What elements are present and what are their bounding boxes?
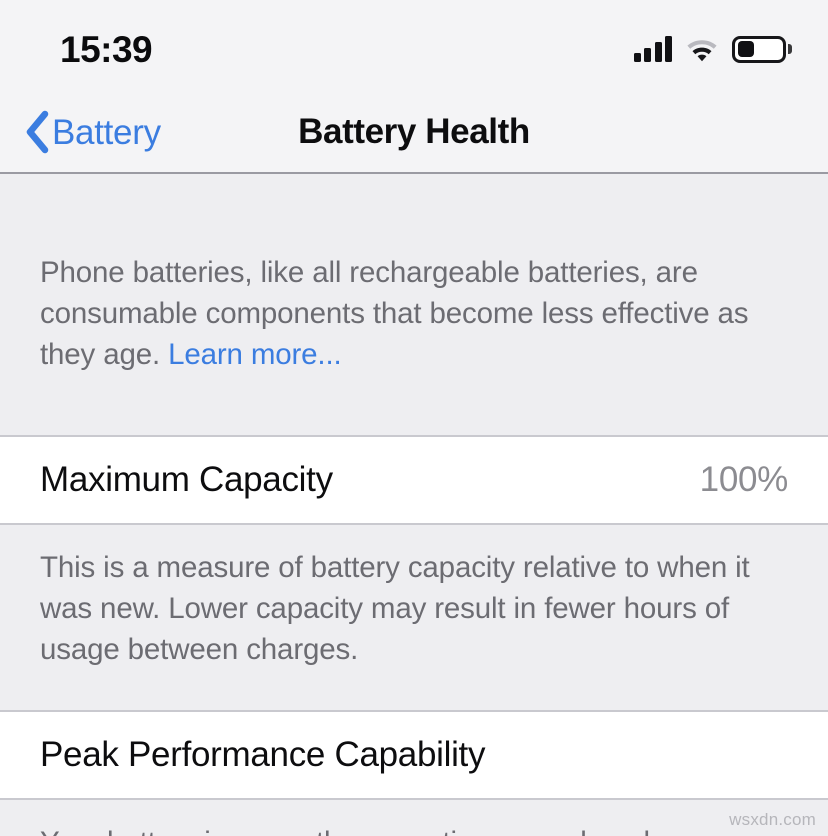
battery-nub: [788, 44, 792, 54]
maximum-capacity-label: Maximum Capacity: [40, 460, 333, 499]
peak-performance-row[interactable]: Peak Performance Capability: [0, 712, 828, 798]
intro-text: Phone batteries, like all rechargeable b…: [0, 252, 828, 375]
cellular-signal-icon: [633, 36, 672, 62]
chevron-left-icon: [26, 110, 49, 154]
intro-section: Phone batteries, like all rechargeable b…: [0, 174, 828, 435]
intro-text-body: Phone batteries, like all rechargeable b…: [40, 256, 749, 371]
maximum-capacity-value: 100%: [699, 460, 789, 499]
navigation-bar: Battery Battery Health: [0, 92, 828, 172]
battery-fill-level: [737, 41, 754, 57]
status-bar: 15:39: [0, 0, 828, 92]
maximum-capacity-row[interactable]: Maximum Capacity 100%: [0, 437, 828, 523]
maximum-capacity-description-section: This is a measure of battery capacity re…: [0, 525, 828, 710]
battery-icon: [732, 35, 792, 63]
maximum-capacity-description: This is a measure of battery capacity re…: [40, 551, 750, 666]
status-bar-indicators: [633, 35, 792, 63]
battery-health-screen: 15:39 Battery Battery Health Phone batte…: [0, 0, 828, 836]
back-button-label: Battery: [52, 112, 161, 152]
peak-performance-section: Peak Performance Capability: [0, 712, 828, 798]
peak-performance-description: Your battery is currently supporting nor…: [0, 822, 828, 836]
status-bar-time: 15:39: [60, 28, 153, 70]
peak-performance-label: Peak Performance Capability: [40, 735, 486, 774]
peak-performance-description-section: Your battery is currently supporting nor…: [0, 800, 828, 836]
watermark: wsxdn.com: [729, 810, 816, 829]
maximum-capacity-section: Maximum Capacity 100%: [0, 437, 828, 523]
wifi-icon: [687, 40, 717, 62]
learn-more-link[interactable]: Learn more...: [168, 338, 342, 371]
back-button[interactable]: Battery: [24, 110, 161, 154]
